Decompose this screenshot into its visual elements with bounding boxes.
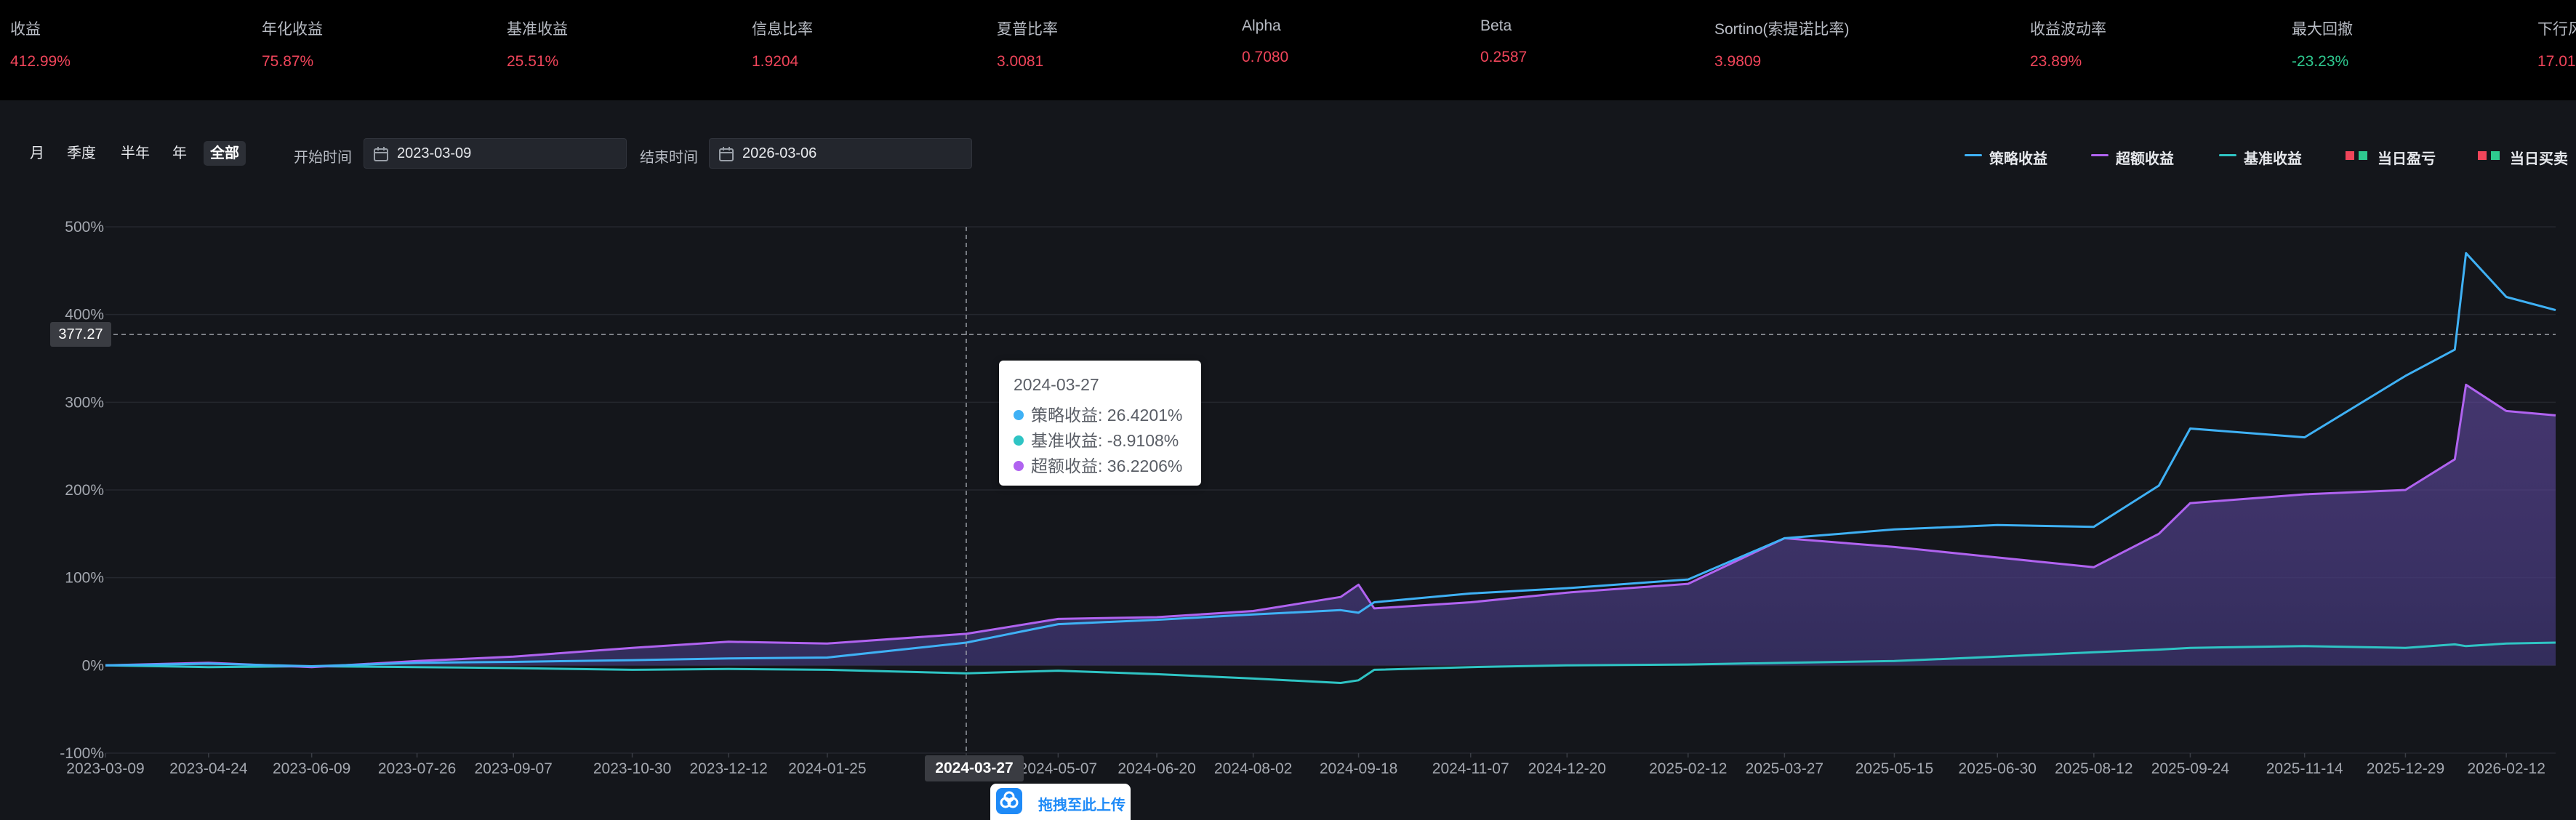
- upload-icon: [996, 788, 1022, 814]
- x-tick-label: 2025-09-24: [2151, 760, 2230, 777]
- legend-swatch: [1965, 154, 1982, 156]
- x-tick-label: 2025-03-27: [1746, 760, 1823, 777]
- x-tick-label: 2024-09-18: [1320, 760, 1397, 777]
- y-tick-label: 100%: [65, 570, 104, 587]
- x-tick-label: 2026-02-12: [2467, 760, 2545, 777]
- chart-tooltip: 2024-03-27 策略收益: 26.4201% 基准收益: -8.9108%…: [999, 361, 1201, 486]
- x-tick-label: 2024-05-07: [1019, 760, 1097, 777]
- tooltip-row-benchmark: 基准收益: -8.9108%: [1014, 427, 1179, 451]
- y-tick-label: 400%: [65, 307, 104, 323]
- y-tick-label: 300%: [65, 394, 104, 411]
- x-tick-label: 2023-06-09: [273, 760, 350, 777]
- returns-chart: 500% 400% 300% 200% 100% 0% -100%2023-03-09 202…: [60, 219, 2556, 777]
- calendar-icon: [719, 147, 734, 161]
- end-date-label: 结束时间: [640, 150, 698, 166]
- period-button-4[interactable]: 全部: [204, 141, 246, 166]
- period-button-0[interactable]: 月: [23, 141, 51, 166]
- period-button-3[interactable]: 年: [166, 141, 193, 166]
- series-dot: [1014, 435, 1024, 446]
- calendar-icon: [374, 147, 388, 161]
- legend-swatch: [2359, 151, 2367, 160]
- legend-swatch: [2346, 151, 2354, 160]
- series-dot: [1014, 410, 1024, 420]
- excess-area: [105, 385, 2556, 667]
- legend-swatch: [2491, 151, 2500, 160]
- tooltip-row-strategy: 策略收益: 26.4201%: [1014, 401, 1182, 426]
- x-tick-label: 2025-11-14: [2266, 760, 2343, 777]
- legend-label: 当日盈亏: [2378, 151, 2436, 167]
- end-date-value: 2026-03-06: [742, 145, 817, 161]
- y-tick-label: 200%: [65, 482, 104, 499]
- x-tick-label: 2024-11-07: [1432, 760, 1509, 777]
- tooltip-row-excess: 超额收益: 36.2206%: [1014, 452, 1182, 477]
- upload-button[interactable]: 拖拽至此上传: [990, 784, 1131, 820]
- x-tick-label: 2023-04-24: [169, 760, 248, 777]
- upload-label: 拖拽至此上传: [1038, 797, 1126, 813]
- start-date-value: 2023-03-09: [397, 145, 472, 161]
- x-tick-label: 2024-01-25: [788, 760, 866, 777]
- x-tick-label: 2023-03-09: [66, 760, 144, 777]
- crosshair-x-label: 2024-03-27: [925, 755, 1024, 781]
- legend-label: 基准收益: [2244, 151, 2302, 167]
- x-tick-label: 2024-06-20: [1118, 760, 1195, 777]
- x-tick-label: 2023-09-07: [474, 760, 552, 777]
- x-tick-label: 2025-12-29: [2367, 760, 2444, 777]
- x-tick-label: 2025-08-12: [2055, 760, 2132, 777]
- start-date-label: 开始时间: [294, 150, 352, 166]
- y-tick-label: 500%: [65, 219, 104, 236]
- end-date-field[interactable]: 2026-03-06: [709, 138, 972, 169]
- x-tick-label: 2023-10-30: [593, 760, 671, 777]
- legend-swatch: [2219, 154, 2236, 156]
- period-button-1[interactable]: 季度: [60, 141, 103, 166]
- period-button-2[interactable]: 半年: [114, 141, 156, 166]
- legend-label: 策略收益: [1989, 151, 2047, 167]
- series-dot: [1014, 461, 1024, 471]
- legend-label: 超额收益: [2116, 151, 2174, 167]
- y-tick-label: 0%: [82, 657, 104, 674]
- crosshair-y-label: 377.27: [50, 322, 111, 347]
- tooltip-date: 2024-03-27: [1014, 375, 1099, 394]
- chart-controls: 月季度 半年年全部 开始时间 2023-03-09 结束时间 2026-03-06…: [0, 138, 2576, 170]
- legend-swatch: [2091, 154, 2108, 156]
- x-tick-label: 2025-06-30: [1959, 760, 2037, 777]
- start-date-field[interactable]: 2023-03-09: [364, 138, 627, 169]
- y-tick-label: -100%: [60, 745, 104, 762]
- legend-label: 当日买卖: [2510, 151, 2568, 167]
- legend-swatch: [2478, 151, 2487, 160]
- x-tick-label: 2025-05-15: [1855, 760, 1933, 777]
- x-tick-label: 2025-02-12: [1649, 760, 1727, 777]
- x-tick-label: 2024-12-20: [1528, 760, 1606, 777]
- x-tick-label: 2023-12-12: [689, 760, 767, 777]
- x-tick-label: 2024-08-02: [1214, 760, 1292, 777]
- x-tick-label: 2023-07-26: [378, 760, 456, 777]
